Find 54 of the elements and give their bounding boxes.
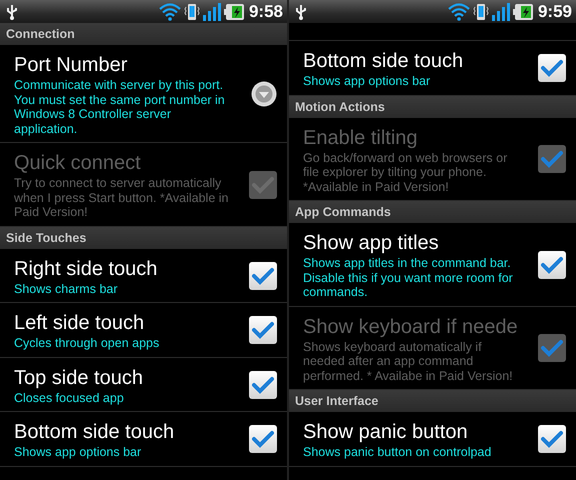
checkbox[interactable] [249,370,277,399]
setting-title: Quick connect [14,151,142,176]
section-header: User Interface [289,390,576,412]
setting-title: Bottom side touch [303,49,464,74]
setting-summary: Shows app options bar [14,445,142,460]
setting-row[interactable]: Show panic button Shows panic button on controlpad [289,412,576,466]
section-header: Connection [0,23,287,45]
setting-title: Show keyboard if neede [303,314,518,340]
setting-title: Port Number [14,53,128,78]
setting-title: Right side touch [14,256,158,282]
battery-icon [224,2,244,20]
setting-title: Show app titles [303,231,440,256]
setting-summary: Shows keyboard automatically if needed after an app command performed. * Availabe in Paid Version! [303,340,514,383]
setting-title: Show panic button [303,420,469,445]
setting-summary: Go back/forward on web browsers or file explorer by tilting your phone. *Available in Paid Version! [303,150,508,194]
setting-row[interactable]: Bottom side touch Shows app options bar [0,412,287,466]
signal-icon [492,2,510,20]
setting-title: Bottom side touch [14,420,176,445]
setting-row[interactable]: Right side touch Shows charms bar [0,248,287,303]
vibrate-icon [472,2,489,20]
battery-icon [512,2,533,20]
clock: 9:58 [248,2,283,22]
checkbox[interactable] [249,262,277,290]
section-header: Motion Actions [289,96,576,118]
setting-summary: Try to connect to server automatically when I press Start button. *Available in Paid Version! [14,176,229,220]
setting-title: Enable tilting [303,126,419,150]
checkbox[interactable] [538,250,566,279]
checkbox[interactable] [538,425,566,454]
setting-row[interactable]: Show app titles Shows app titles in the command bar. Disable this if you want more room for commands. [289,223,576,306]
vibrate-icon [184,2,200,20]
setting-summary: Shows app options bar [303,74,432,88]
checkbox[interactable] [249,425,277,454]
section-header: App Commands [289,201,576,223]
setting-summary: Closes focused app [14,390,125,405]
checkbox[interactable] [538,54,566,82]
wifi-icon [448,2,470,20]
usb-icon [6,4,18,20]
wifi-icon [158,2,181,20]
usb-icon [295,4,307,20]
setting-summary: Shows charms bar [14,282,119,296]
dropdown-icon[interactable] [251,81,277,107]
setting-row[interactable]: Left side touch Cycles through open apps [0,303,287,358]
setting-title: Left side touch [14,311,146,336]
setting-title: Top side touch [14,366,144,390]
clock: 9:59 [538,2,572,22]
setting-summary: Shows app titles in the command bar. Disable this if you want more room for commands. [303,256,514,300]
setting-summary: Shows panic button on controlpad [303,445,492,460]
section-header: Side Touches [0,226,287,248]
setting-summary: Cycles through open apps [14,336,160,350]
checkbox[interactable] [249,316,277,344]
signal-icon [202,2,221,20]
setting-row[interactable]: Top side touch Closes focused app [0,358,287,412]
setting-row[interactable]: Port Number Communicate with server by this port. You must set the same port number in Windows 8 Controller server application. [0,45,287,143]
setting-summary: Communicate with server by this port. You must set the same port number in Windows 8 Controller server application. [14,78,226,136]
